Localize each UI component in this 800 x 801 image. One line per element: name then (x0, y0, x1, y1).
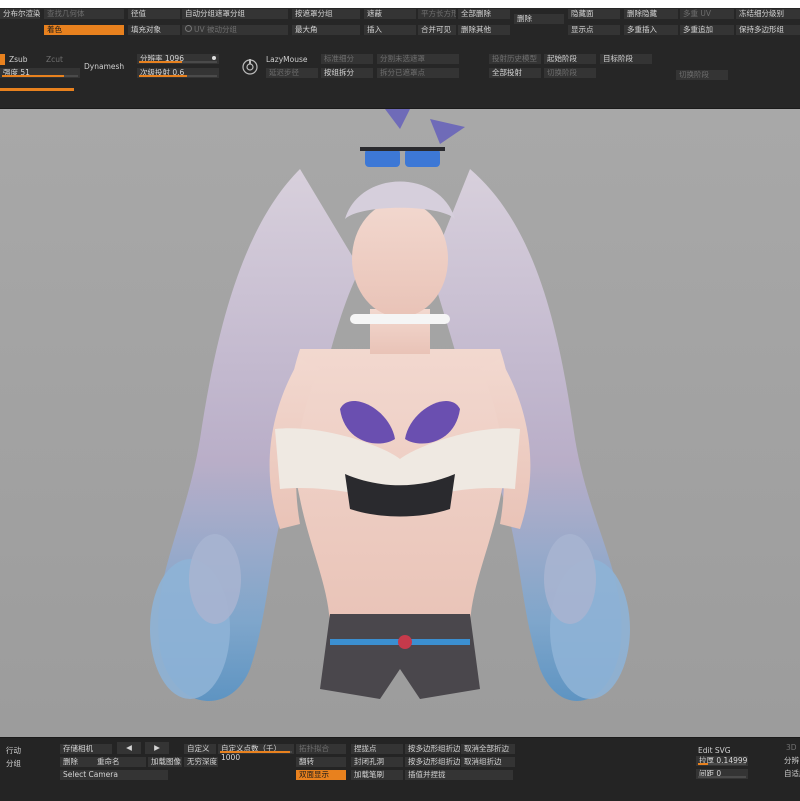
target-level-button[interactable]: 目标阶段 (600, 54, 652, 64)
square-button[interactable]: 平方长方形 (418, 9, 456, 19)
split-unmasked-button[interactable]: 分割未选遮罩 (377, 54, 459, 64)
brush-progress-bar (0, 88, 74, 91)
close-holes-button[interactable]: 封闭孔洞 (351, 757, 403, 767)
resolution-slider[interactable]: 分辨率 1096 (137, 54, 219, 64)
flip-button[interactable]: 翻转 (296, 757, 346, 767)
start-level-button[interactable]: 起始阶段 (544, 54, 596, 64)
infinite-depth-button[interactable]: 无穷深度 (184, 757, 218, 767)
resolution-right-label: 分辨 (784, 756, 799, 765)
group-by-mask-button[interactable]: 按遮罩分组 (292, 9, 360, 19)
top-toolbar: 分布尔渲染 查找几何体 径值 自动分组遮罩分组 按遮罩分组 遮蔽 平方长方形 全… (0, 0, 800, 109)
active-marker (0, 54, 5, 65)
cancel-all-crease-button[interactable]: 取消全部折边 (461, 744, 515, 754)
custom-points-text: 自定义点数（千） 1000 (221, 744, 281, 762)
save-camera-button[interactable]: 存储相机 (60, 744, 112, 754)
topology-fit-button[interactable]: 拓扑拟合 (296, 744, 346, 754)
freeze-subdiv-button[interactable]: 冻结细分级别 (736, 9, 800, 19)
crease-by-groups-button[interactable]: 按多边形组折边 (405, 744, 460, 754)
delete-hidden-button[interactable]: 删除隐藏 (624, 9, 678, 19)
lazymouse-icon[interactable] (240, 57, 260, 77)
action-label: 行动 (6, 746, 21, 755)
radius-button[interactable]: 径值 (128, 9, 180, 19)
lazymouse-label[interactable]: LazyMouse (266, 55, 307, 65)
lazy-step-slider[interactable]: 延迟步径 (266, 68, 318, 78)
switch-level-button[interactable]: 切换阶段 (676, 70, 728, 80)
thickness-slider[interactable]: 拉厚 0.14999 (696, 756, 748, 766)
interpolate-pin-button[interactable]: 插值并捏拢 (405, 770, 513, 780)
radio-icon (185, 25, 192, 32)
project-history-button[interactable]: 投射历史模型 (489, 54, 541, 64)
keep-polygroups-button[interactable]: 保持多边形组 (736, 25, 800, 35)
crease-polygroups-button[interactable]: 按多边形组折边 (405, 757, 460, 767)
adaptive-label: 自适应 (784, 769, 800, 778)
shading-button[interactable]: 着色 (44, 25, 124, 35)
zcut-toggle[interactable]: Zcut (46, 55, 63, 65)
delete-all-button[interactable]: 全部删除 (458, 9, 510, 19)
multi-insert-button[interactable]: 多重插入 (624, 25, 678, 35)
secondary-projection-slider[interactable]: 次级投射 0.6 (137, 68, 219, 78)
uv-group-label: UV 被动分组 (194, 25, 238, 34)
spacing-track (698, 776, 746, 778)
insert-button[interactable]: 插入 (364, 25, 416, 35)
prev-camera-button[interactable]: ◀ (117, 742, 141, 754)
auto-group-mask-button[interactable]: 自动分组遮罩分组 (182, 9, 288, 19)
delete-others-button[interactable]: 删除其他 (458, 25, 510, 35)
multi-append-button[interactable]: 多重追加 (680, 25, 734, 35)
next-camera-button[interactable]: ▶ (145, 742, 169, 754)
max-angle-slider[interactable]: 最大角 (292, 25, 360, 35)
spacing-slider[interactable]: 间距 0 (696, 769, 748, 779)
show-points-button[interactable]: 显示点 (568, 25, 620, 35)
custom-points-slider[interactable]: 自定义点数（千） 1000 (218, 744, 294, 762)
dynamesh-button[interactable]: Dynamesh (84, 62, 124, 72)
fill-object-button[interactable]: 填充对象 (128, 25, 180, 35)
projection-fill (139, 75, 187, 77)
resolution-fill (139, 61, 182, 63)
sculpt-model (150, 109, 630, 702)
hide-faces-button[interactable]: 隐藏面 (568, 9, 620, 19)
delete-button[interactable]: 删除 (514, 14, 564, 24)
custom-points-fill (220, 751, 290, 753)
zsub-toggle[interactable]: Zsub (9, 55, 28, 65)
canvas-viewport[interactable] (0, 109, 800, 737)
cancel-crease-button[interactable]: 取消组折边 (461, 757, 515, 767)
standard-subdiv-button[interactable]: 标准细分 (321, 54, 373, 64)
select-camera-dropdown[interactable]: Select Camera (60, 770, 168, 780)
pin-points-button[interactable]: 捏拢点 (351, 744, 403, 754)
split-by-groups-button[interactable]: 按组拆分 (321, 68, 373, 78)
boolean-render-button[interactable]: 分布尔渲染 (0, 9, 40, 19)
strength-fill (2, 75, 64, 77)
group-label: 分组 (6, 759, 21, 768)
thickness-fill (698, 763, 708, 765)
multi-uv-button[interactable]: 多重 UV (680, 9, 734, 19)
occlude-button[interactable]: 遮蔽 (364, 9, 416, 19)
full-projection-button[interactable]: 全部投射 (489, 68, 541, 78)
edit-svg-label[interactable]: Edit SVG (698, 746, 731, 756)
dot-icon (212, 56, 216, 60)
title-strip (0, 0, 800, 8)
load-image-button[interactable]: 加载图像 (148, 757, 182, 767)
uv-group-button[interactable]: UV 被动分组 (182, 25, 288, 35)
3d-label: 3D (786, 743, 797, 752)
split-masked-button[interactable]: 拆分已遮罩点 (377, 68, 459, 78)
cut-level-button[interactable]: 切换阶段 (544, 68, 596, 78)
custom-button[interactable]: 自定义 (184, 744, 216, 754)
rename-button[interactable]: 重命名 (94, 757, 146, 767)
double-sided-button[interactable]: 双面显示 (296, 770, 346, 780)
load-brush-button[interactable]: 加载笔刷 (351, 770, 403, 780)
merge-visible-button[interactable]: 合并可见 (418, 25, 456, 35)
bottom-toolbar: 行动 分组 存储相机 ◀ ▶ 自定义 自定义点数（千） 1000 拓扑拟合 捏拢… (0, 737, 800, 801)
strength-slider[interactable]: 强度 51 (0, 68, 80, 78)
find-geometry-button[interactable]: 查找几何体 (44, 9, 124, 19)
